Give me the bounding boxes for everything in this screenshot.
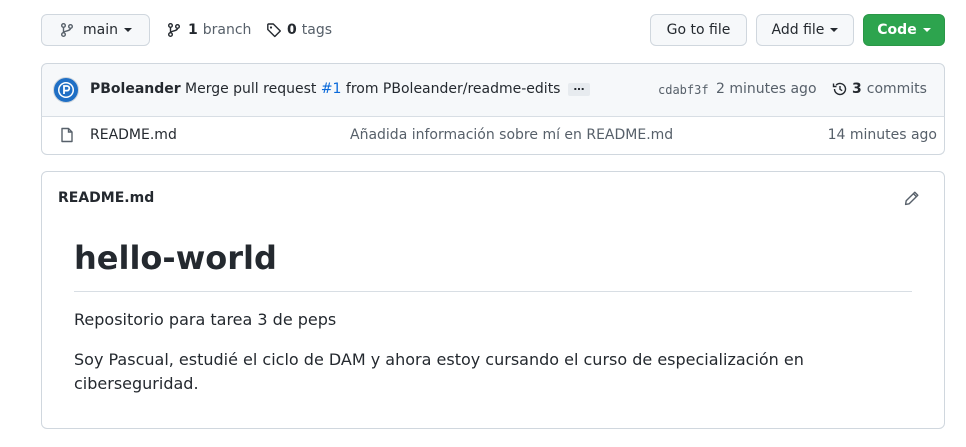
commit-sha[interactable]: cdabf3f	[658, 83, 709, 97]
commit-time: 2 minutes ago	[716, 81, 817, 97]
commit-author[interactable]: PBoleander	[90, 81, 181, 97]
readme-paragraph-2-line-1: Soy Pascual, estudié el ciclo de DAM y a…	[74, 350, 804, 369]
code-button[interactable]: Code	[863, 14, 945, 46]
latest-commit-bar: PBoleander Merge pull request #1 from PB…	[41, 63, 945, 117]
avatar[interactable]	[53, 77, 79, 103]
add-file-button[interactable]: Add file	[756, 14, 854, 46]
readme-panel: README.md hello-world Repositorio para t…	[41, 171, 945, 429]
chevron-down-icon	[123, 28, 132, 32]
file-name-link[interactable]: README.md	[90, 127, 177, 143]
branch-label: branch	[202, 22, 252, 38]
readme-paragraph-2-line-2: ciberseguridad.	[74, 374, 199, 393]
expand-commit-button[interactable]: …	[568, 80, 590, 96]
go-to-file-label: Go to file	[666, 22, 731, 38]
commit-message-prefix: Merge pull request	[185, 81, 317, 97]
ellipsis-icon: …	[573, 80, 585, 93]
chevron-down-icon	[830, 28, 839, 32]
title-divider	[74, 291, 912, 292]
chevron-down-icon	[922, 28, 931, 32]
commit-message-suffix: from PBoleander/readme-edits	[345, 81, 561, 97]
tag-count: 0	[287, 22, 297, 38]
tags-link[interactable]: 0 tags	[266, 14, 332, 46]
commit-count: 3	[852, 81, 862, 97]
code-label: Code	[877, 22, 917, 38]
readme-title: hello-world	[74, 239, 277, 277]
git-branch-icon	[59, 22, 75, 38]
tag-label: tags	[301, 22, 332, 38]
branch-count: 1	[188, 22, 198, 38]
add-file-label: Add file	[771, 22, 825, 38]
file-icon	[59, 127, 75, 143]
commit-label: commits	[866, 81, 927, 97]
commits-history-link[interactable]: 3 commits	[832, 81, 927, 97]
history-icon	[832, 81, 848, 97]
commit-message[interactable]: Merge pull request #1 from PBoleander/re…	[185, 81, 560, 97]
pull-request-link[interactable]: #1	[321, 81, 342, 97]
pencil-icon[interactable]	[904, 190, 920, 206]
readme-header[interactable]: README.md	[58, 190, 154, 206]
file-commit-message[interactable]: Añadida información sobre mí en README.m…	[350, 127, 673, 143]
branches-link[interactable]: 1 branch	[166, 14, 251, 46]
readme-paragraph-1: Repositorio para tarea 3 de peps	[74, 310, 337, 329]
git-branch-icon	[166, 22, 182, 38]
branch-name: main	[83, 22, 118, 38]
branch-selector-button[interactable]: main	[41, 14, 150, 46]
file-list-row: README.md Añadida información sobre mí e…	[41, 116, 945, 155]
go-to-file-button[interactable]: Go to file	[650, 14, 747, 46]
file-commit-time: 14 minutes ago	[827, 127, 937, 143]
tag-icon	[266, 22, 282, 38]
